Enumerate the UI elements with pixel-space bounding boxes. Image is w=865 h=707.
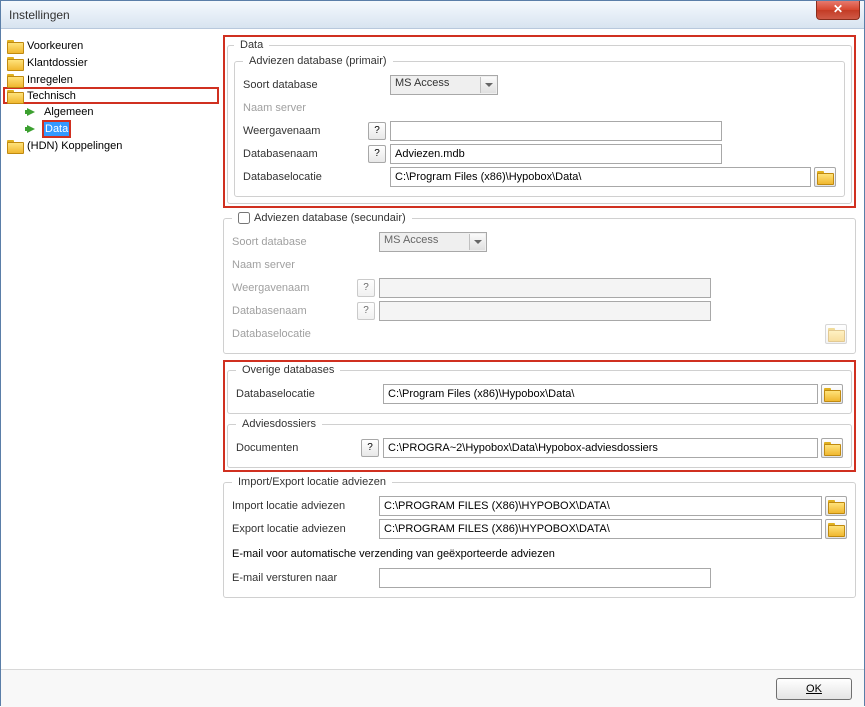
fieldset-adviesdossiers: Adviesdossiers Documenten ? <box>227 418 852 468</box>
folder-icon <box>828 522 844 536</box>
checkbox-secondary-enable[interactable] <box>238 212 250 224</box>
input-import-locatie[interactable] <box>379 496 822 516</box>
input-weergavenaam-primary[interactable] <box>390 121 722 141</box>
select-soort-database-secondary: MS Access <box>379 232 487 252</box>
close-icon: ✕ <box>833 2 843 16</box>
input-databasenaam-primary[interactable] <box>390 144 722 164</box>
fieldset-overige: Overige databases Databaselocatie <box>227 364 852 414</box>
label-weergavenaam-sec: Weergavenaam <box>232 282 357 294</box>
legend-importexport: Import/Export locatie adviezen <box>232 476 392 488</box>
input-email[interactable] <box>379 568 711 588</box>
folder-icon <box>824 387 840 401</box>
input-export-locatie[interactable] <box>379 519 822 539</box>
input-databaselocatie-primary[interactable] <box>390 167 811 187</box>
fieldset-primary: Adviezen database (primair) Soort databa… <box>234 55 845 197</box>
input-documenten[interactable] <box>383 438 818 458</box>
label-import-locatie: Import locatie adviezen <box>232 500 357 512</box>
sidebar-item-klantdossier[interactable]: Klantdossier <box>5 54 217 71</box>
input-databaselocatie-overige[interactable] <box>383 384 818 404</box>
browse-button <box>825 324 847 344</box>
sidebar: Voorkeuren Klantdossier Inregelen Techni… <box>1 29 219 669</box>
input-weergavenaam-secondary <box>379 278 711 298</box>
label-naam-server-sec: Naam server <box>232 259 357 271</box>
browse-button[interactable] <box>814 167 836 187</box>
chevron-down-icon <box>480 77 496 93</box>
legend-data: Data <box>234 39 269 51</box>
sidebar-item-hdn-koppelingen[interactable]: (HDN) Koppelingen <box>5 137 217 154</box>
help-button: ? <box>357 302 375 320</box>
fieldset-importexport: Import/Export locatie adviezen Import lo… <box>223 476 856 598</box>
input-databasenaam-secondary <box>379 301 711 321</box>
folder-icon <box>817 170 833 184</box>
legend-overige: Overige databases <box>236 364 340 376</box>
label-email-versturen: E-mail versturen naar <box>232 572 357 584</box>
fieldset-data: Data Adviezen database (primair) Soort d… <box>227 39 852 204</box>
label-documenten: Documenten <box>236 442 361 454</box>
arrow-icon <box>25 122 41 136</box>
browse-button[interactable] <box>821 438 843 458</box>
browse-button[interactable] <box>825 496 847 516</box>
label-naam-server: Naam server <box>243 102 368 114</box>
sidebar-item-technisch[interactable]: Technisch <box>3 87 219 104</box>
folder-icon <box>7 139 23 153</box>
browse-button[interactable] <box>821 384 843 404</box>
main-panel: Data Adviezen database (primair) Soort d… <box>219 29 864 669</box>
help-button[interactable]: ? <box>361 439 379 457</box>
label-databaselocatie-sec: Databaselocatie <box>232 328 357 340</box>
folder-icon <box>7 89 23 103</box>
label-email-info: E-mail voor automatische verzending van … <box>232 548 847 560</box>
select-soort-database-primary[interactable]: MS Access <box>390 75 498 95</box>
fieldset-secondary: Adviezen database (secundair) Soort data… <box>223 212 856 354</box>
help-button[interactable]: ? <box>368 145 386 163</box>
label-databasenaam: Databasenaam <box>243 148 368 160</box>
legend-adviesdossiers: Adviesdossiers <box>236 418 322 430</box>
sidebar-item-voorkeuren[interactable]: Voorkeuren <box>5 37 217 54</box>
label-databaselocatie: Databaselocatie <box>243 171 368 183</box>
folder-icon <box>7 73 23 87</box>
label-soort-database-sec: Soort database <box>232 236 357 248</box>
sidebar-item-inregelen[interactable]: Inregelen <box>5 71 217 88</box>
titlebar: Instellingen ✕ <box>1 1 864 29</box>
legend-primary: Adviezen database (primair) <box>243 55 393 67</box>
close-button[interactable]: ✕ <box>816 1 860 20</box>
label-databaselocatie-ov: Databaselocatie <box>236 388 361 400</box>
folder-icon <box>828 499 844 513</box>
label-databasenaam-sec: Databasenaam <box>232 305 357 317</box>
folder-icon <box>7 56 23 70</box>
help-button[interactable]: ? <box>368 122 386 140</box>
folder-icon <box>824 441 840 455</box>
sidebar-item-data[interactable]: Data <box>5 120 217 137</box>
window-title: Instellingen <box>9 8 70 22</box>
footer: OK <box>1 669 864 707</box>
folder-icon <box>828 327 844 341</box>
sidebar-item-algemeen[interactable]: Algemeen <box>5 103 217 120</box>
label-export-locatie: Export locatie adviezen <box>232 523 357 535</box>
browse-button[interactable] <box>825 519 847 539</box>
folder-icon <box>7 39 23 53</box>
ok-button[interactable]: OK <box>776 678 852 700</box>
help-button: ? <box>357 279 375 297</box>
label-soort-database: Soort database <box>243 79 368 91</box>
label-weergavenaam: Weergavenaam <box>243 125 368 137</box>
legend-secondary: Adviezen database (secundair) <box>232 212 412 224</box>
arrow-icon <box>25 105 41 119</box>
chevron-down-icon <box>469 234 485 250</box>
